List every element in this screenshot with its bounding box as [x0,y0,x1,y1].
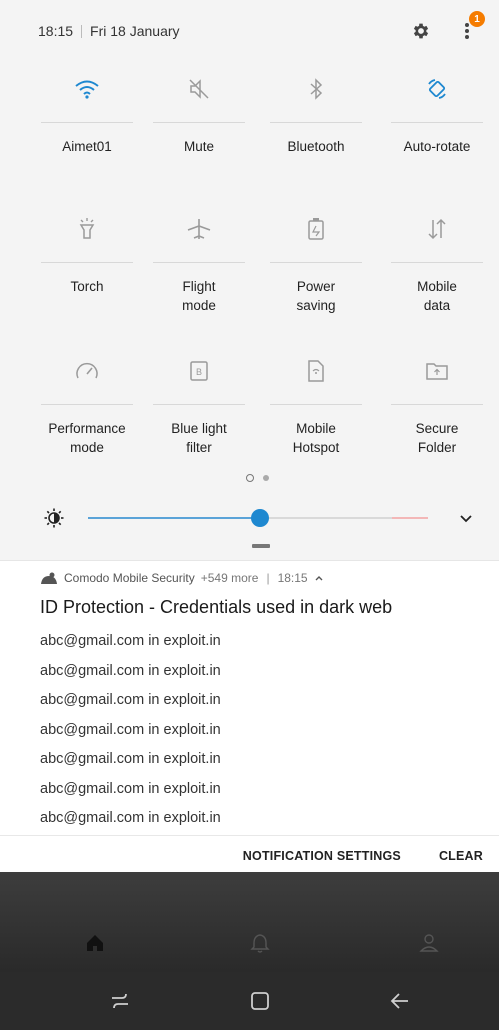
notification-line: abc@gmail.com in exploit.in [40,692,221,708]
tile-performance-mode[interactable]: Performance mode [28,340,146,472]
tile-secure-folder[interactable]: Secure Folder [378,340,496,472]
page-dot-active [246,474,254,482]
hotspot-icon [308,360,324,382]
navigation-bar [0,972,499,1030]
tile-power-saving[interactable]: Power saving [257,198,375,330]
tile-mobile-data[interactable]: Mobile data [378,198,496,330]
tile-label: Auto-rotate [403,139,471,154]
status-date: Fri 18 January [90,23,180,39]
notification-line: abc@gmail.com in exploit.in [40,810,221,826]
tile-auto-rotate[interactable]: Auto-rotate [378,58,496,190]
chevron-down-icon[interactable] [455,508,477,530]
more-options-button[interactable]: 1 [453,11,485,45]
notification-header: Comodo Mobile Security +549 more | 18:15 [40,571,324,585]
brightness-icon [44,508,64,528]
tile-flight-mode[interactable]: Flight mode [140,198,258,330]
tile-blue-light-filter[interactable]: B Blue light filter [140,340,258,472]
tile-mobile-hotspot[interactable]: Mobile Hotspot [257,340,375,472]
power-saving-icon [308,218,324,240]
tile-bluetooth[interactable]: Bluetooth [257,58,375,190]
tile-label: Bluetooth [287,139,345,154]
auto-rotate-icon [428,79,446,99]
notification-body: abc@gmail.com in exploit.in abc@gmail.co… [40,631,221,838]
home-screen-background [0,872,499,972]
back-icon[interactable] [388,990,412,1012]
tile-label: Secure Folder [415,421,459,455]
tile-label: Aimet01 [62,139,112,154]
blue-light-icon: B [190,361,208,381]
tile-label: Power saving [296,279,336,313]
more-vertical-icon [465,23,469,39]
page-dot[interactable] [263,475,269,481]
status-separator [81,24,83,38]
tile-label: Performance mode [48,421,126,455]
notification-count-badge: 1 [469,11,485,27]
home-icon[interactable] [84,932,106,954]
notification-more-count: +549 more [200,571,259,585]
bell-icon[interactable] [249,932,271,954]
notification-line: abc@gmail.com in exploit.in [40,751,221,767]
tile-torch[interactable]: Torch [28,198,146,330]
airplane-icon [187,219,211,239]
page-indicator [246,474,269,482]
notification-line: abc@gmail.com in exploit.in [40,662,221,679]
home-button-icon[interactable] [248,990,272,1012]
wifi-icon [75,80,99,99]
chevron-up-icon[interactable] [314,573,324,583]
svg-text:B: B [196,367,202,377]
tile-wifi[interactable]: Aimet01 [28,58,146,190]
quick-panel: 18:15 Fri 18 January 1 Aimet01 Mute Blue… [0,0,499,560]
profile-icon[interactable] [418,932,440,954]
tile-label: Torch [70,279,104,294]
panel-drag-handle[interactable] [252,544,270,548]
app-icon [41,572,57,584]
notification-actions: NOTIFICATION SETTINGS CLEAR [243,849,483,863]
secure-folder-icon [426,363,448,380]
mute-icon [189,79,209,99]
notification-line: abc@gmail.com in exploit.in [40,721,221,738]
tile-label: Flight mode [182,279,216,313]
clear-button[interactable]: CLEAR [439,849,483,863]
torch-icon [79,218,95,239]
brightness-slider-thumb[interactable] [251,509,269,527]
recent-apps-icon[interactable] [108,990,132,1012]
performance-icon [76,362,98,379]
status-bar: 18:15 Fri 18 January 1 [0,0,499,62]
screen: 18:15 Fri 18 January 1 Aimet01 Mute Blue… [0,0,499,1030]
brightness-track-high-range [392,517,428,519]
notification-app-name: Comodo Mobile Security [64,571,195,585]
tile-label: Mute [183,139,214,154]
divider [0,835,499,836]
settings-button[interactable] [407,17,435,45]
tile-label: Mobile Hotspot [292,421,340,455]
notification-title: ID Protection - Credentials used in dark… [40,597,393,617]
notification-settings-button[interactable]: NOTIFICATION SETTINGS [243,849,401,863]
bluetooth-icon [310,78,323,100]
mobile-data-icon [428,218,446,240]
tile-mute[interactable]: Mute [140,58,258,190]
status-time: 18:15 [38,23,74,39]
notification-time: 18:15 [277,571,308,585]
tile-label: Mobile data [417,279,457,313]
notification-card[interactable]: Comodo Mobile Security +549 more | 18:15… [0,560,499,872]
brightness-control [0,498,499,538]
notification-line: abc@gmail.com in exploit.in [40,633,221,649]
gear-icon [413,23,429,39]
notification-line: abc@gmail.com in exploit.in [40,780,221,797]
brightness-track-filled [88,517,260,519]
tile-label: Blue light filter [171,421,227,455]
